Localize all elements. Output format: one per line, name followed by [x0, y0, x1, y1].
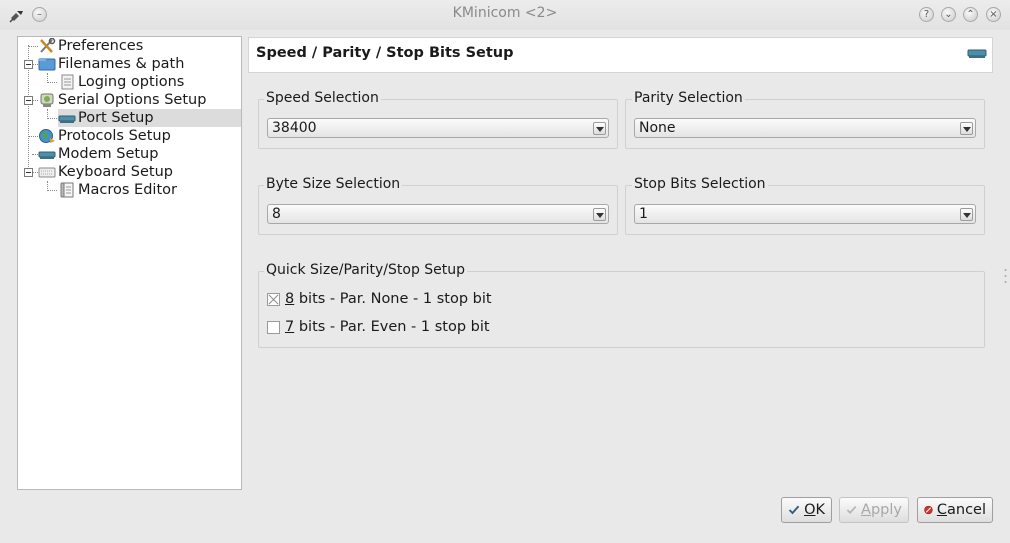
- tree-item-keyboard-setup[interactable]: Keyboard Setup: [38, 163, 173, 181]
- page-title: Speed / Parity / Stop Bits Setup: [256, 45, 514, 61]
- settings-tree[interactable]: Preferences Filenames & path Loging opti…: [17, 36, 242, 490]
- tree-item-filenames-path[interactable]: Filenames & path: [38, 55, 184, 73]
- quick-option-label: 8 bits - Par. None - 1 stop bit: [285, 291, 492, 307]
- tree-line: [28, 46, 38, 47]
- tree-item-macros-editor[interactable]: Macros Editor: [58, 181, 177, 199]
- keyboard-icon: [38, 167, 56, 178]
- stop-bits-value: 1: [639, 206, 648, 222]
- collapse-toggle-serial-options[interactable]: [24, 96, 33, 105]
- chevron-down-icon[interactable]: [593, 208, 606, 221]
- chevron-down-icon[interactable]: [960, 208, 973, 221]
- cancel-button[interactable]: Cancel: [917, 497, 993, 523]
- serial-device-icon: [40, 93, 54, 107]
- tree-item-protocols-setup[interactable]: Protocols Setup: [38, 127, 171, 145]
- parity-value: None: [639, 120, 676, 136]
- tree-item-serial-options-setup[interactable]: Serial Options Setup: [38, 91, 206, 109]
- parity-combobox[interactable]: None: [634, 118, 976, 138]
- tree-item-label: Filenames & path: [58, 56, 185, 72]
- stop-bits-combobox[interactable]: 1: [634, 204, 976, 224]
- tree-item-label: Port Setup: [78, 110, 154, 126]
- folder-icon: [38, 58, 56, 71]
- checkbox-8n1[interactable]: [267, 292, 280, 306]
- byte-size-combobox[interactable]: 8: [267, 204, 609, 224]
- speed-combobox[interactable]: 38400: [267, 118, 609, 138]
- tree-line: [28, 136, 38, 137]
- modem-icon: [967, 49, 987, 58]
- title-bar[interactable]: – KMinicom <2> ? ⌄ ⌃ ×: [0, 0, 1010, 30]
- tools-icon: [40, 38, 56, 53]
- cancel-label: Cancel: [936, 502, 986, 518]
- tree-line: [47, 82, 57, 83]
- port-icon: [58, 115, 76, 123]
- ok-button[interactable]: OK: [781, 497, 832, 523]
- speed-selection-label: Speed Selection: [264, 90, 381, 106]
- checkmark-icon: [846, 505, 857, 515]
- byte-size-value: 8: [272, 206, 281, 222]
- close-button[interactable]: ×: [986, 7, 1001, 22]
- globe-icon: [39, 129, 55, 143]
- collapse-toggle-keyboard[interactable]: [24, 168, 33, 177]
- apply-label: Apply: [861, 502, 902, 518]
- maximize-button[interactable]: ⌃: [963, 7, 978, 22]
- quick-option-8n1[interactable]: 8 bits - Par. None - 1 stop bit: [267, 291, 492, 307]
- tree-item-label: Keyboard Setup: [58, 164, 173, 180]
- quick-setup-label: Quick Size/Parity/Stop Setup: [264, 262, 468, 278]
- tree-item-label: Loging options: [78, 74, 185, 90]
- apply-button[interactable]: Apply: [839, 497, 909, 523]
- resize-handle[interactable]: [1004, 268, 1007, 284]
- chevron-down-icon[interactable]: [960, 122, 973, 135]
- window-title: KMinicom <2>: [452, 5, 558, 21]
- help-button[interactable]: ?: [919, 7, 934, 22]
- quick-option-label: 7 bits - Par. Even - 1 stop bit: [285, 319, 490, 335]
- tree-item-port-setup[interactable]: Port Setup: [58, 109, 241, 127]
- page-header: Speed / Parity / Stop Bits Setup: [248, 37, 993, 73]
- tree-item-label: Protocols Setup: [58, 128, 171, 144]
- quick-option-7e1[interactable]: 7 bits - Par. Even - 1 stop bit: [267, 319, 490, 335]
- stop-bits-selection-label: Stop Bits Selection: [632, 176, 768, 192]
- scroll-icon: [60, 182, 74, 198]
- byte-size-selection-label: Byte Size Selection: [264, 176, 403, 192]
- tree-item-loging-options[interactable]: Loging options: [58, 73, 184, 91]
- tree-item-label: Serial Options Setup: [58, 92, 207, 108]
- tree-item-preferences[interactable]: Preferences: [38, 37, 143, 55]
- chevron-down-icon[interactable]: [593, 122, 606, 135]
- checkbox-7e1[interactable]: [267, 320, 280, 334]
- tree-line: [47, 190, 57, 191]
- tree-line: [47, 118, 57, 119]
- document-icon: [61, 74, 74, 90]
- collapse-toggle-filenames[interactable]: [24, 60, 33, 69]
- parity-selection-label: Parity Selection: [632, 90, 745, 106]
- modem-icon: [38, 151, 56, 159]
- tree-item-label: Modem Setup: [58, 146, 159, 162]
- cancel-icon: [924, 505, 933, 515]
- checkmark-icon: [788, 505, 800, 515]
- speed-value: 38400: [272, 120, 317, 136]
- tree-item-modem-setup[interactable]: Modem Setup: [38, 145, 158, 163]
- ok-label: OK: [804, 502, 825, 518]
- tree-item-label: Preferences: [58, 38, 144, 54]
- tree-item-label: Macros Editor: [78, 182, 177, 198]
- quick-setup-group: [258, 271, 985, 348]
- minimize-button[interactable]: ⌄: [941, 7, 956, 22]
